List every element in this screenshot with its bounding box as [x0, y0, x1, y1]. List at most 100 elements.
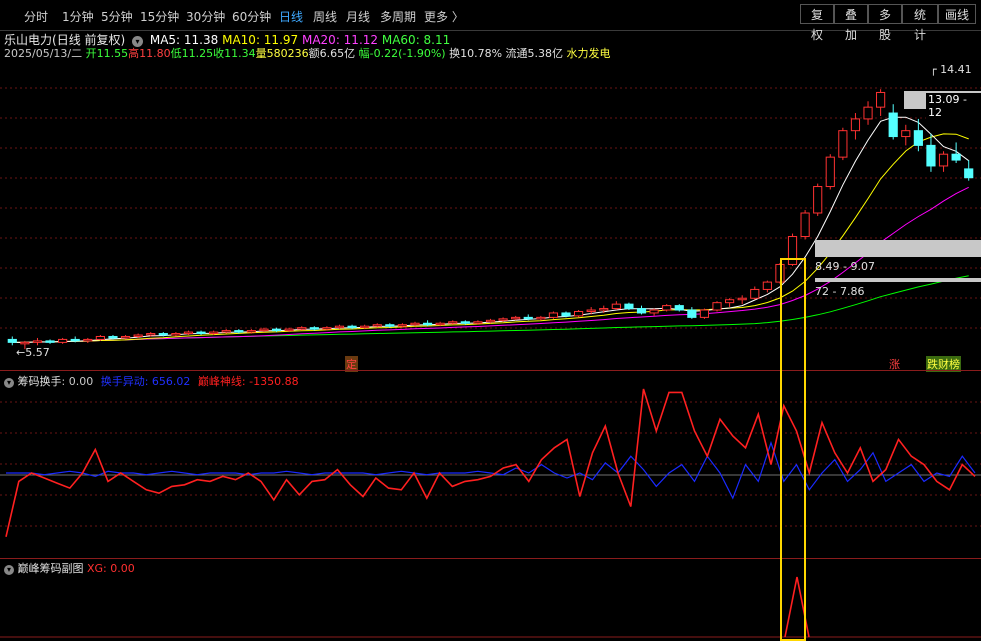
candle-body	[234, 330, 244, 333]
candle-body	[473, 321, 483, 324]
candle-body	[334, 325, 345, 329]
draw-line-button[interactable]: 画线	[938, 4, 976, 24]
period-toolbar: 分时 1分钟 5分钟 15分钟 30分钟 60分钟 日线 周线 月线 多周期 更…	[0, 0, 981, 42]
tab-more[interactable]: 更多 〉	[424, 8, 464, 25]
low-label: 低11.25	[170, 47, 214, 60]
tab-1min[interactable]: 1分钟	[62, 8, 94, 25]
candle-body	[687, 309, 697, 318]
high-price-label: ┌ 14.41	[930, 63, 972, 76]
candle-body	[611, 303, 621, 310]
turnover-label: 换10.78%	[449, 47, 503, 60]
low-price-value: 5.57	[25, 346, 50, 359]
candle-body	[863, 106, 873, 120]
tab-15min[interactable]: 15分钟	[140, 8, 179, 25]
candle-body	[422, 322, 433, 326]
candle-body	[158, 333, 168, 336]
tab-daily[interactable]: 日线	[279, 8, 303, 25]
tab-fenshi[interactable]: 分时	[24, 8, 48, 25]
candle-body	[32, 340, 43, 343]
candle-body	[309, 327, 319, 330]
candle-body	[636, 308, 647, 314]
candle-body	[876, 91, 886, 108]
candle-body	[498, 318, 508, 321]
candle-body	[297, 327, 307, 330]
candle-body	[913, 130, 923, 146]
candle-body	[523, 316, 533, 320]
candle-body	[183, 331, 194, 335]
candle-body	[599, 308, 609, 311]
volume-label: 量580236	[255, 47, 309, 60]
candle-body	[397, 324, 407, 327]
candle-body	[536, 316, 546, 320]
highlight-box	[780, 258, 806, 641]
candle-body	[964, 168, 974, 179]
candle-body	[347, 325, 357, 329]
peak-line	[5, 388, 976, 537]
sector-label: 水力发电	[566, 47, 611, 60]
candle-body	[83, 338, 93, 342]
candle-body	[813, 186, 823, 214]
float-label: 流通5.38亿	[505, 47, 564, 60]
candle-body	[108, 335, 118, 339]
candle-body	[838, 130, 848, 158]
candle-body	[58, 338, 68, 343]
date-label: 2025/05/13/二	[4, 47, 83, 60]
candle-body	[674, 305, 684, 311]
tab-30min[interactable]: 30分钟	[186, 8, 225, 25]
candle-body	[699, 309, 710, 318]
ma5-line	[12, 116, 969, 343]
candle-body	[750, 288, 760, 299]
turnover-line	[6, 440, 976, 500]
candle-body	[561, 312, 571, 317]
candle-body	[649, 309, 659, 314]
candle-body	[196, 331, 206, 335]
ohlc-info-line: 2025/05/13/二 开11.55高11.80低11.25收11.34量58…	[4, 45, 611, 61]
candle-body	[825, 156, 835, 188]
candle-body	[800, 212, 810, 238]
candle-body	[737, 297, 747, 301]
range-label-low: 72 - 7.86	[815, 285, 865, 298]
candle-body	[120, 335, 131, 339]
support-band	[815, 278, 981, 282]
candle-body	[133, 334, 143, 337]
candle-body	[662, 305, 672, 311]
candle-body	[45, 340, 55, 343]
candle-body	[259, 328, 269, 332]
open-label: 开11.55	[85, 47, 129, 60]
candle-body	[888, 112, 898, 138]
candle-body	[146, 333, 156, 336]
candle-body	[586, 309, 596, 312]
candle-body	[410, 322, 420, 326]
candlestick-chart[interactable]	[0, 60, 981, 370]
amount-label: 额6.65亿	[308, 47, 356, 60]
tab-5min[interactable]: 5分钟	[101, 8, 133, 25]
candle-body	[574, 310, 584, 317]
restore-rights-button[interactable]: 复权	[800, 4, 834, 42]
candle-body	[271, 328, 282, 332]
candle-body	[850, 118, 861, 132]
signal-chart[interactable]	[0, 559, 981, 641]
tab-60min[interactable]: 60分钟	[232, 8, 271, 25]
candle-body	[448, 321, 458, 324]
candle-body	[246, 330, 256, 333]
candle-body	[20, 341, 30, 345]
candle-body	[712, 302, 722, 311]
tab-weekly[interactable]: 周线	[313, 8, 337, 25]
candle-body	[624, 303, 634, 310]
statistics-button[interactable]: 统计	[902, 4, 938, 42]
candle-body	[548, 312, 559, 318]
candle-body	[901, 130, 911, 138]
candle-body	[926, 144, 936, 167]
multi-stock-button[interactable]: 多股	[868, 4, 902, 42]
candle-body	[762, 281, 772, 290]
candle-body	[7, 338, 17, 343]
tab-monthly[interactable]: 月线	[346, 8, 370, 25]
overlay-button[interactable]: 叠加	[834, 4, 868, 42]
range-label-mid: 8.49 - 9.07	[815, 260, 875, 273]
candle-body	[322, 327, 332, 330]
candle-body	[435, 322, 445, 326]
high-price-value: 14.41	[940, 63, 972, 76]
oscillator-chart[interactable]	[0, 371, 981, 558]
tab-multi-period[interactable]: 多周期	[380, 8, 416, 25]
candle-body	[511, 316, 521, 320]
